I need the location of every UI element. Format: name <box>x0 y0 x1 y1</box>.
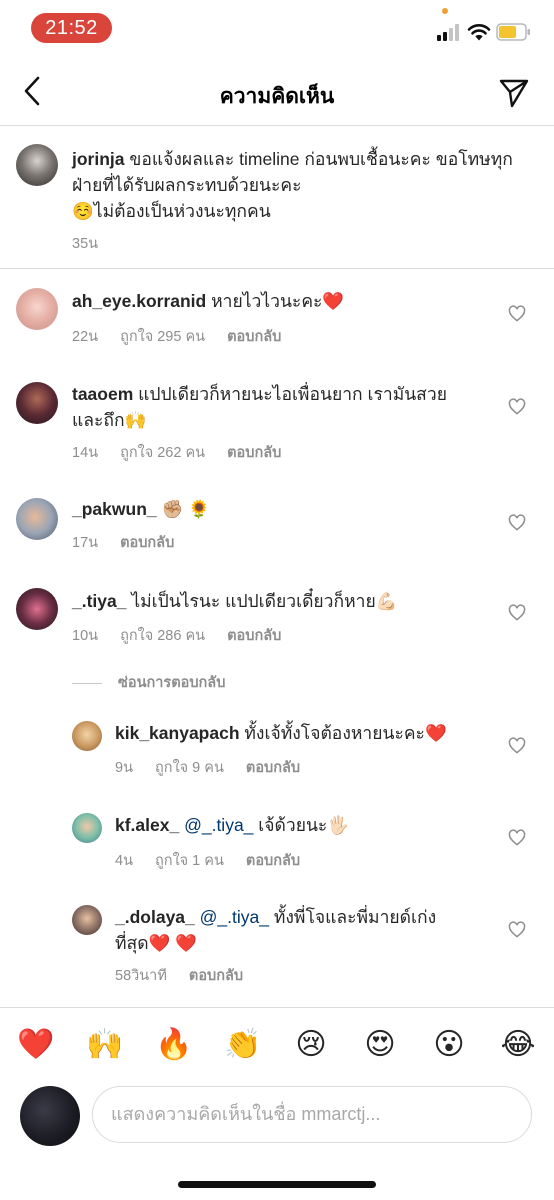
like-count[interactable]: ถูกใจ 295 คน <box>120 329 205 345</box>
timestamp: 22น <box>72 329 99 345</box>
reply-button[interactable]: ตอบกลับ <box>227 628 281 644</box>
timestamp: 17น <box>72 535 99 551</box>
timestamp: 10น <box>72 628 99 644</box>
emoji-crying[interactable]: 😢 <box>292 1026 330 1064</box>
comment-username[interactable]: ah_eye.korranid <box>72 291 206 311</box>
reply-button[interactable]: ตอบกลับ <box>227 445 281 461</box>
caption-line1: ขอแจ้งผลและ timeline ก่อนพบเชื้อนะคะ ขอโ… <box>124 149 513 169</box>
comment-text: _.tiya_ ไม่เป็นไรนะ แปปเดียวเดี๋ยวก็หาย💪… <box>72 588 492 614</box>
status-bar: 21:52 <box>0 0 554 56</box>
reply-meta: 9น ถูกใจ 9 คน ตอบกลับ <box>115 756 318 779</box>
like-heart-icon[interactable] <box>508 398 526 415</box>
timestamp: 14น <box>72 445 99 461</box>
cellular-signal-icon <box>437 24 461 41</box>
emoji-laughing[interactable]: 😂 <box>499 1026 537 1064</box>
comment-text: ah_eye.korranid หายไวไวนะคะ❤️ <box>72 288 492 314</box>
reply-username[interactable]: kik_kanyapach <box>115 723 240 743</box>
avatar[interactable] <box>16 144 58 186</box>
timestamp: 9น <box>115 760 133 776</box>
timestamp: 35น <box>72 236 99 252</box>
emoji-surprised[interactable]: 😮 <box>430 1026 468 1064</box>
caption-line2: ฝ่ายที่ได้รับผลกระทบด้วยนะคะ <box>72 175 302 195</box>
reply-button[interactable]: ตอบกลับ <box>227 329 281 345</box>
emoji-raised-hands[interactable]: 🙌 <box>86 1026 124 1064</box>
reply-username[interactable]: kf.alex_ <box>115 815 179 835</box>
avatar[interactable] <box>72 905 102 935</box>
reply-body: ทั้งเจ้ทั้งโจต้องหายนะคะ❤️ <box>239 723 447 743</box>
comment-username[interactable]: _.tiya_ <box>72 591 126 611</box>
reply-text: kik_kanyapach ทั้งเจ้ทั้งโจต้องหายนะคะ❤️ <box>115 720 500 746</box>
comment-text: _pakwun_ ✊🏼 🌻 <box>72 496 492 522</box>
emoji-fire[interactable]: 🔥 <box>155 1026 193 1064</box>
emoji-heart[interactable]: ❤️ <box>17 1026 55 1064</box>
hide-replies-button[interactable]: ซ่อนการตอบกลับ <box>72 671 225 694</box>
comment-body-line2: และถึก🙌 <box>72 410 147 430</box>
like-count[interactable]: ถูกใจ 9 คน <box>155 760 224 776</box>
battery-icon <box>496 23 530 41</box>
reply-body-line2: ที่สุด❤️ ❤️ <box>115 933 198 953</box>
wifi-icon <box>467 24 491 41</box>
comment-body: หายไวไวนะคะ❤️ <box>206 291 345 311</box>
comment-meta: 22น ถูกใจ 295 คน ตอบกลับ <box>72 325 299 348</box>
quick-emoji-bar: ❤️ 🙌 🔥 👏 😢 😍 😮 😂 <box>0 1007 554 1082</box>
emoji-heart-eyes[interactable]: 😍 <box>361 1026 399 1064</box>
mention-link[interactable]: @_.tiya_ <box>179 815 253 835</box>
comment-username[interactable]: _pakwun_ <box>72 499 157 519</box>
comment-username[interactable]: taaoem <box>72 384 133 404</box>
like-count[interactable]: ถูกใจ 262 คน <box>120 445 205 461</box>
like-heart-icon[interactable] <box>508 737 526 754</box>
avatar[interactable] <box>16 588 58 630</box>
reply-button[interactable]: ตอบกลับ <box>189 968 243 984</box>
reply-button[interactable]: ตอบกลับ <box>120 535 174 551</box>
comment-meta: 14น ถูกใจ 262 คน ตอบกลับ <box>72 441 299 464</box>
like-heart-icon[interactable] <box>508 514 526 531</box>
comment-meta: 10น ถูกใจ 286 คน ตอบกลับ <box>72 624 299 647</box>
reply-text: _.dolaya_ @_.tiya_ ทั้งพี่โจและพี่มายด์เ… <box>115 904 500 956</box>
avatar[interactable] <box>72 813 102 843</box>
post-caption: jorinja ขอแจ้งผลและ timeline ก่อนพบเชื้อ… <box>0 126 554 269</box>
comment-body: แปปเดียวก็หายนะไอเพื่อนยาก เรามันสวย <box>133 384 447 404</box>
like-heart-icon[interactable] <box>508 829 526 846</box>
reply-button[interactable]: ตอบกลับ <box>246 853 300 869</box>
reply-button[interactable]: ตอบกลับ <box>246 760 300 776</box>
comment-body: ✊🏼 🌻 <box>156 499 210 519</box>
reply-body: ทั้งพี่โจและพี่มายด์เก่ง <box>268 907 437 927</box>
like-count[interactable]: ถูกใจ 286 คน <box>120 628 205 644</box>
caption-meta: 35น <box>72 232 116 255</box>
mention-link[interactable]: @_.tiya_ <box>195 907 269 927</box>
timestamp: 58วินาที <box>115 968 167 984</box>
privacy-indicator-dot <box>442 8 448 14</box>
like-count[interactable]: ถูกใจ 1 คน <box>155 853 224 869</box>
status-time: 21:52 <box>31 13 112 43</box>
reply-text: kf.alex_ @_.tiya_ เจ้ด้วยนะ🖐🏻 <box>115 812 500 838</box>
comment-text: taaoem แปปเดียวก็หายนะไอเพื่อนยาก เรามัน… <box>72 381 492 433</box>
my-avatar <box>20 1086 80 1146</box>
page-title: ความคิดเห็น <box>219 85 335 108</box>
reply-meta: 58วินาที ตอบกลับ <box>115 964 261 987</box>
reply-username[interactable]: _.dolaya_ <box>115 907 195 927</box>
comment-input[interactable] <box>92 1086 532 1143</box>
emoji-clapping[interactable]: 👏 <box>224 1026 262 1064</box>
caption-text: jorinja ขอแจ้งผลและ timeline ก่อนพบเชื้อ… <box>72 146 542 224</box>
like-heart-icon[interactable] <box>508 305 526 322</box>
reply-meta: 4น ถูกใจ 1 คน ตอบกลับ <box>115 849 318 872</box>
avatar[interactable] <box>72 721 102 751</box>
home-indicator <box>178 1181 376 1188</box>
caption-username[interactable]: jorinja <box>72 149 125 169</box>
caption-line3: ☺️ไม่ต้องเป็นห่วงนะทุกคน <box>72 201 271 221</box>
avatar[interactable] <box>16 382 58 424</box>
send-icon[interactable] <box>498 76 530 108</box>
hide-replies-label: ซ่อนการตอบกลับ <box>118 675 226 691</box>
nav-bar: ความคิดเห็น <box>0 56 554 126</box>
comment-meta: 17น ตอบกลับ <box>72 531 192 554</box>
like-heart-icon[interactable] <box>508 921 526 938</box>
avatar[interactable] <box>16 288 58 330</box>
reply-body: เจ้ด้วยนะ🖐🏻 <box>253 815 350 835</box>
comment-composer <box>0 1082 554 1162</box>
timestamp: 4น <box>115 853 133 869</box>
comment-body: ไม่เป็นไรนะ แปปเดียวเดี๋ยวก็หาย💪🏻 <box>126 591 398 611</box>
like-heart-icon[interactable] <box>508 604 526 621</box>
avatar[interactable] <box>16 498 58 540</box>
